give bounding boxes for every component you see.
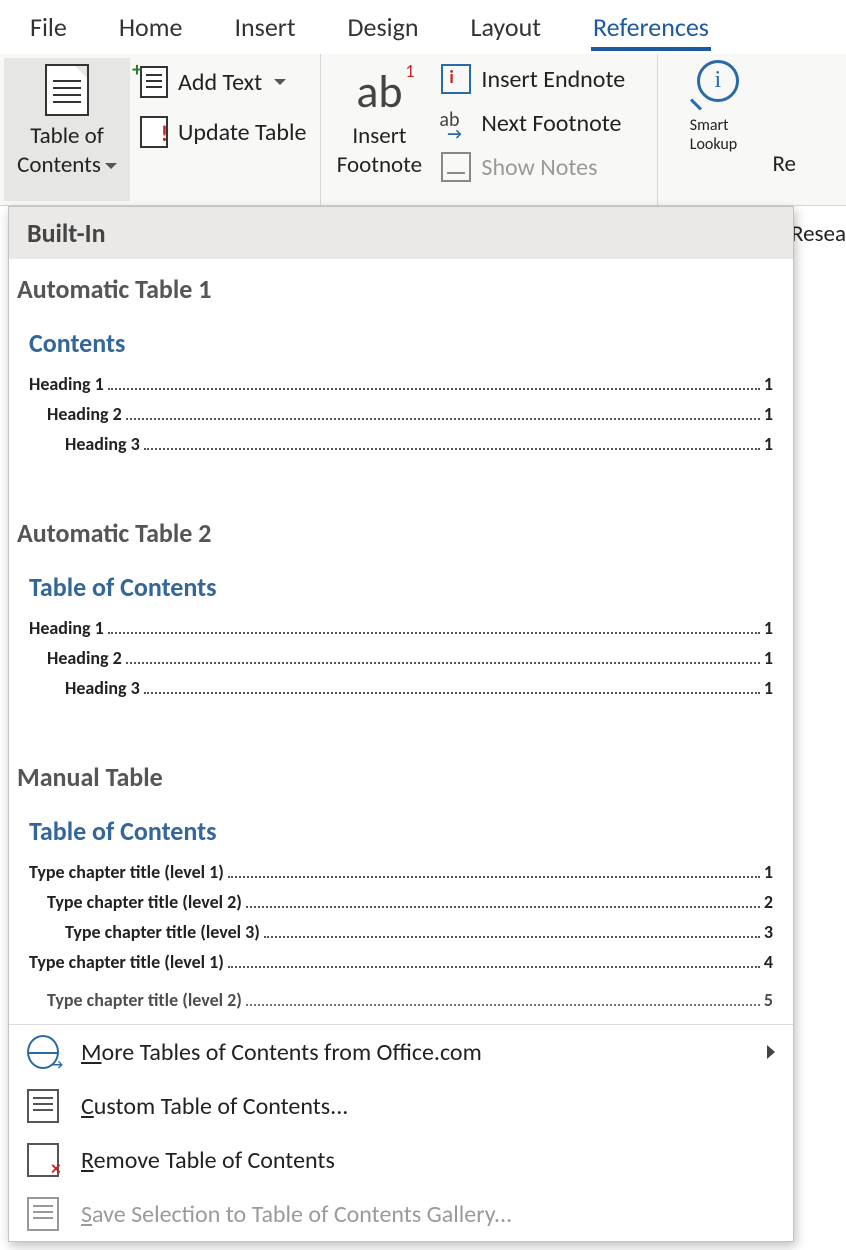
update-table-label: Update Table	[178, 118, 306, 147]
more-tocs-office-button[interactable]: More Tables of Contents from Office.com	[9, 1025, 793, 1079]
insert-endnote-button[interactable]: Insert Endnote	[441, 64, 645, 94]
tab-design[interactable]: Design	[348, 11, 419, 43]
ribbon-tabs: File Home Insert Design Layout Reference…	[0, 0, 846, 54]
add-text-icon	[140, 66, 168, 98]
toc-gallery-item-manual[interactable]: Manual Table Table of Contents Type chap…	[9, 747, 793, 1023]
insert-footnote-line1: Insert	[352, 122, 406, 150]
group-table-of-contents: Table of Contents Add Text Update Table	[0, 54, 321, 205]
tab-insert[interactable]: Insert	[234, 11, 295, 43]
group-footnotes: ab1 Insert Footnote Insert Endnote Next …	[321, 54, 658, 205]
add-text-button[interactable]: Add Text	[140, 66, 306, 98]
toc-dropdown-panel: Built-In Automatic Table 1 Contents Head…	[8, 206, 794, 1242]
add-text-label: Add Text	[178, 68, 262, 97]
toc-preview-title: Table of Contents	[29, 815, 773, 853]
document-icon	[45, 64, 89, 116]
document-icon	[27, 1089, 59, 1123]
tab-file[interactable]: File	[30, 11, 67, 43]
custom-toc-label: Custom Table of Contents...	[81, 1092, 348, 1121]
toc-gallery-item-auto1[interactable]: Automatic Table 1 Contents Heading 11 He…	[9, 259, 793, 503]
more-tocs-label: More Tables of Contents from Office.com	[81, 1038, 482, 1067]
globe-icon	[27, 1035, 59, 1069]
magnifier-icon	[687, 60, 739, 112]
toc-item-title: Automatic Table 2	[15, 517, 787, 571]
chevron-down-icon	[274, 79, 286, 85]
remove-toc-button[interactable]: Remove Table of Contents	[9, 1133, 793, 1187]
next-footnote-icon	[441, 108, 471, 138]
remove-icon	[27, 1143, 59, 1177]
show-notes-icon	[441, 152, 471, 182]
next-footnote-button[interactable]: Next Footnote	[441, 108, 645, 138]
insert-footnote-line2: Footnote	[337, 151, 422, 179]
insert-footnote-button[interactable]: ab1 Insert Footnote	[325, 58, 433, 201]
researcher-partial: Re	[772, 58, 796, 178]
toc-label-line1: Table of	[30, 122, 104, 150]
submenu-arrow-icon	[767, 1045, 775, 1059]
save-gallery-label: Save Selection to Table of Contents Gall…	[81, 1200, 512, 1229]
toc-gallery-item-auto2[interactable]: Automatic Table 2 Table of Contents Head…	[9, 503, 793, 747]
group-research: Smart Lookup Re	[658, 54, 806, 205]
next-footnote-label: Next Footnote	[481, 109, 621, 138]
tab-layout[interactable]: Layout	[471, 11, 541, 43]
toc-preview: Table of Contents Type chapter title (le…	[15, 815, 787, 1023]
chevron-down-icon	[105, 163, 117, 169]
tab-home[interactable]: Home	[119, 11, 183, 43]
toc-preview-title: Contents	[29, 327, 773, 365]
update-table-button[interactable]: Update Table	[140, 116, 306, 148]
endnote-icon	[441, 64, 471, 94]
toc-item-title: Manual Table	[15, 761, 787, 815]
toc-preview: Table of Contents Heading 11 Heading 21 …	[15, 571, 787, 699]
tab-references[interactable]: References	[593, 11, 709, 43]
footnote-icon: ab1	[356, 64, 402, 120]
table-of-contents-button[interactable]: Table of Contents	[4, 58, 130, 201]
toc-gallery-header: Built-In	[9, 207, 793, 259]
update-table-icon	[140, 116, 168, 148]
save-icon	[27, 1197, 59, 1231]
smart-lookup-line1: Smart	[690, 116, 729, 135]
show-notes-label: Show Notes	[481, 153, 597, 182]
research-group-label-partial: Resea	[791, 220, 846, 248]
insert-endnote-label: Insert Endnote	[481, 65, 625, 94]
save-to-gallery-button: Save Selection to Table of Contents Gall…	[9, 1187, 793, 1241]
ribbon: Table of Contents Add Text Update Table …	[0, 54, 846, 206]
show-notes-button: Show Notes	[441, 152, 645, 182]
toc-preview: Contents Heading 11 Heading 21 Heading 3…	[15, 327, 787, 455]
toc-preview-title: Table of Contents	[29, 571, 773, 609]
smart-lookup-button[interactable]: Smart Lookup	[668, 58, 758, 201]
toc-item-title: Automatic Table 1	[15, 273, 787, 327]
custom-toc-button[interactable]: Custom Table of Contents...	[9, 1079, 793, 1133]
toc-gallery: Automatic Table 1 Contents Heading 11 He…	[9, 259, 793, 1024]
toc-label-line2: Contents	[17, 151, 101, 179]
remove-toc-label: Remove Table of Contents	[81, 1146, 335, 1175]
smart-lookup-line2: Lookup	[690, 135, 737, 154]
